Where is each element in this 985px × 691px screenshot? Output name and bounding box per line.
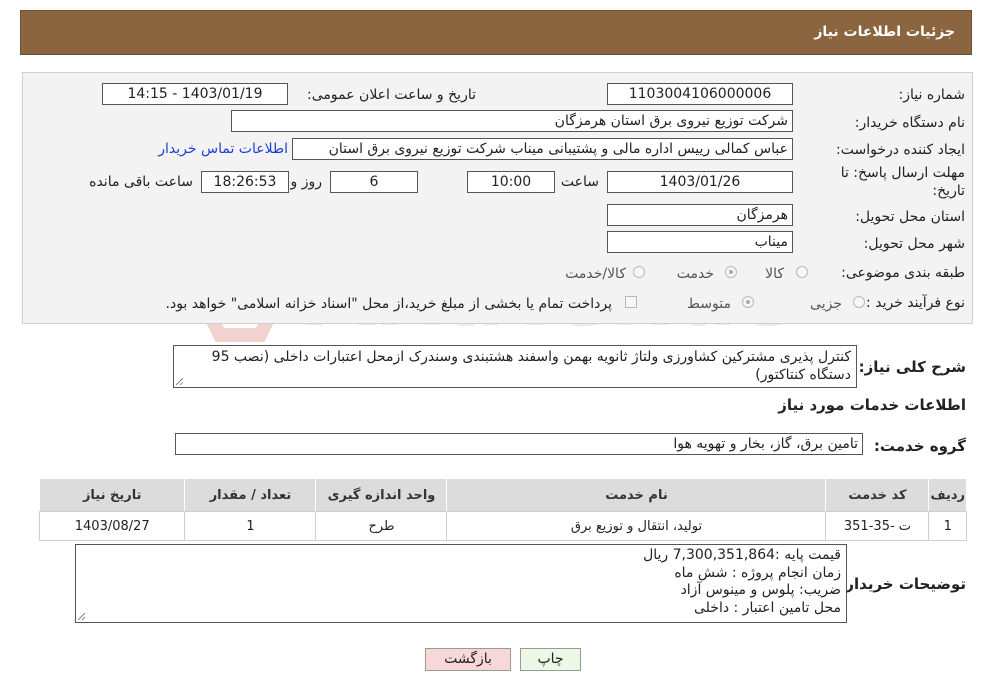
service-group-field: تامین برق، گاز، بخار و تهویه هوا bbox=[175, 433, 863, 455]
announce-field: 1403/01/19 - 14:15 bbox=[102, 83, 288, 105]
city-label: شهر محل تحویل: bbox=[863, 236, 965, 252]
summary-textarea: کنترل پذیری مشترکین کشاورزی ولتاژ ثانویه… bbox=[173, 345, 857, 388]
print-button[interactable]: چاپ bbox=[520, 648, 581, 671]
province-field: هرمزگان bbox=[607, 204, 793, 226]
cell-unit: طرح bbox=[315, 511, 448, 541]
creator-label: ایجاد کننده درخواست: bbox=[836, 142, 965, 158]
city-field: میناب bbox=[607, 231, 793, 253]
cell-quantity: 1 bbox=[184, 511, 317, 541]
category-option-goods: کالا bbox=[765, 266, 784, 282]
category-label: طبقه بندی موضوعی: bbox=[841, 265, 965, 281]
col-service-name: نام خدمت bbox=[446, 478, 827, 512]
process-option-medium: متوسط bbox=[687, 296, 731, 312]
back-button[interactable]: بازگشت bbox=[425, 648, 511, 671]
cell-row-number: 1 bbox=[928, 511, 967, 541]
process-radio-medium[interactable] bbox=[742, 296, 754, 308]
deadline-date-label: تاریخ: bbox=[932, 183, 965, 199]
buyer-notes-line: ضریب: پلوس و مینوس آزاد bbox=[680, 582, 841, 598]
col-quantity: تعداد / مقدار bbox=[184, 478, 317, 512]
process-option-minor: جزیی bbox=[810, 296, 842, 312]
cell-service-code: ت -35-351 bbox=[825, 511, 930, 541]
deadline-label: مهلت ارسال پاسخ: تا bbox=[840, 165, 965, 181]
deadline-time-field: 10:00 bbox=[467, 171, 555, 193]
process-radio-minor[interactable] bbox=[853, 296, 865, 308]
announce-label: تاریخ و ساعت اعلان عمومی: bbox=[307, 87, 476, 103]
buyer-org-label: نام دستگاه خریدار: bbox=[854, 115, 965, 131]
col-service-code: کد خدمت bbox=[825, 478, 930, 512]
col-unit: واحد اندازه گیری bbox=[315, 478, 448, 512]
table-header-row: ردیف کد خدمت نام خدمت واحد اندازه گیری ت… bbox=[38, 478, 967, 512]
table-row: 1 ت -35-351 تولید، انتقال و توزیع برق طر… bbox=[38, 511, 967, 541]
resize-grip-icon[interactable] bbox=[176, 378, 183, 385]
buyer-notes-line: زمان انجام پروژه : شش ماه bbox=[674, 564, 841, 581]
services-heading: اطلاعات خدمات مورد نیاز bbox=[778, 396, 966, 414]
buyer-contact-link[interactable]: اطلاعات تماس خریدار bbox=[158, 141, 288, 157]
buyer-notes-line: قیمت پایه :7,300,351,864 ریال bbox=[643, 547, 841, 563]
process-label: نوع فرآیند خرید : bbox=[866, 295, 965, 311]
col-row-number: ردیف bbox=[928, 478, 967, 512]
col-need-date: تاریخ نیاز bbox=[38, 478, 186, 512]
cell-need-date: 1403/08/27 bbox=[38, 511, 186, 541]
category-radio-goods-service[interactable] bbox=[633, 266, 645, 278]
category-radio-service[interactable] bbox=[725, 266, 737, 278]
category-option-goods-service: کالا/خدمت bbox=[565, 266, 626, 282]
deadline-date-field: 1403/01/26 bbox=[607, 171, 793, 193]
cell-service-name: تولید، انتقال و توزیع برق bbox=[446, 511, 827, 541]
service-group-label: گروه خدمت: bbox=[873, 437, 966, 455]
buyer-notes-textarea: قیمت پایه :7,300,351,864 ریال زمان انجام… bbox=[75, 544, 847, 623]
resize-grip-icon[interactable] bbox=[78, 613, 85, 620]
buyer-notes-label: توضیحات خریدار: bbox=[839, 575, 966, 593]
need-number-field: 1103004106000006 bbox=[607, 83, 793, 105]
summary-text: کنترل پذیری مشترکین کشاورزی ولتاژ ثانویه… bbox=[211, 349, 851, 383]
services-table: ردیف کد خدمت نام خدمت واحد اندازه گیری ت… bbox=[38, 478, 967, 541]
creator-field: عباس کمالی رییس اداره مالی و پشتیبانی می… bbox=[292, 138, 793, 160]
treasury-payment-note: پرداخت تمام یا بخشی از مبلغ خرید،از محل … bbox=[165, 296, 612, 312]
page-title: جزئیات اطلاعات نیاز bbox=[814, 24, 955, 40]
days-label: روز و bbox=[290, 174, 323, 190]
hour-label: ساعت bbox=[560, 174, 599, 190]
need-number-label: شماره نیاز: bbox=[898, 87, 966, 103]
remaining-time-field: 18:26:53 bbox=[201, 171, 289, 193]
page-header: جزئیات اطلاعات نیاز bbox=[20, 10, 972, 55]
category-option-service: خدمت bbox=[676, 266, 714, 282]
treasury-payment-checkbox[interactable] bbox=[625, 296, 637, 308]
buyer-org-field: شرکت توزیع نیروی برق استان هرمزگان bbox=[231, 110, 793, 132]
remaining-label: ساعت باقی مانده bbox=[89, 174, 193, 190]
province-label: استان محل تحویل: bbox=[855, 209, 965, 225]
category-radio-goods[interactable] bbox=[796, 266, 808, 278]
summary-label: شرح کلی نیاز: bbox=[858, 358, 966, 376]
buyer-notes-line: محل تامین اعتبار : داخلی bbox=[694, 599, 841, 616]
days-field: 6 bbox=[330, 171, 418, 193]
